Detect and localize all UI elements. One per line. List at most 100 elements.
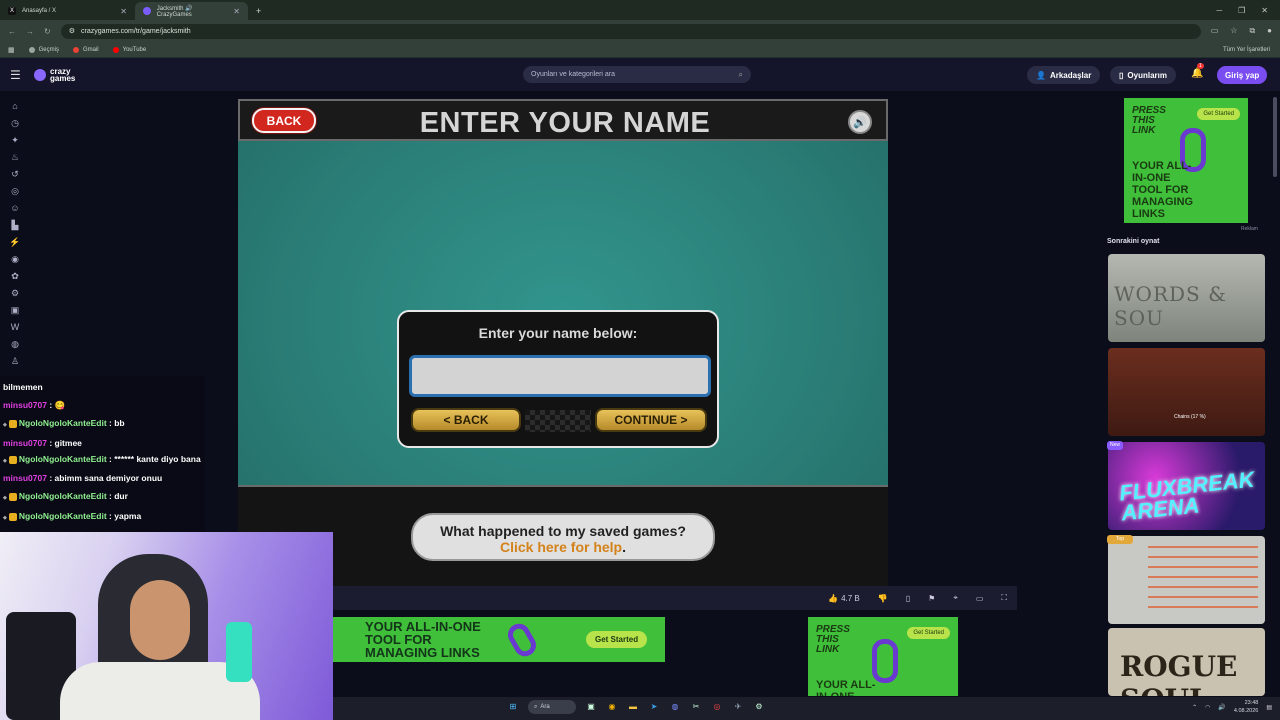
friends-button[interactable]: 👤 Arkadaşlar <box>1027 66 1101 84</box>
ad-press-title: PRESS THIS LINK <box>1132 105 1166 136</box>
new-icon[interactable]: ✦ <box>11 135 19 146</box>
streamer-webcam <box>0 532 333 720</box>
chat-message: minsu0707 : abimm sana demiyor onuu <box>3 469 202 487</box>
notification-center-icon[interactable]: ▤ <box>1266 704 1272 711</box>
clicker-icon[interactable]: ♙ <box>11 356 19 367</box>
casual-icon[interactable]: ◍ <box>11 339 19 350</box>
game-thumbnail[interactable]: Chains (17 %) <box>1108 348 1265 436</box>
bottom-right-ad[interactable]: PRESS THIS LINK Get Started YOUR ALL-IN-… <box>808 617 958 696</box>
report-button[interactable]: ⚑ <box>928 594 935 603</box>
saved-games-help-link[interactable]: Click here for help <box>500 539 622 555</box>
ad-get-started-button[interactable]: Get Started <box>907 627 950 639</box>
like-button[interactable]: 👍 4.7 B <box>828 594 860 603</box>
saved-games-help[interactable]: What happened to my saved games? Click h… <box>411 513 715 561</box>
ad-get-started-button[interactable]: Get Started <box>586 631 648 648</box>
game-footer-panel: What happened to my saved games? Click h… <box>238 485 888 586</box>
home-icon[interactable]: ⌂ <box>12 101 17 112</box>
wifi-icon[interactable]: ◠ <box>1205 704 1210 711</box>
sub-badge-icon <box>8 512 17 521</box>
crazygames-icon <box>143 7 151 15</box>
game-thumbnail[interactable]: FLUXBREAK ARENA <box>1108 442 1265 530</box>
bookmark-history[interactable]: Geçmiş <box>28 46 59 53</box>
close-window-icon[interactable]: ✕ <box>1261 6 1268 15</box>
volume-icon[interactable]: 🔊 <box>1218 704 1225 711</box>
site-info-icon[interactable]: ⚙ <box>69 27 75 35</box>
hamburger-menu-icon[interactable]: ☰ <box>10 68 24 82</box>
windows-start-icon[interactable]: ⊞ <box>507 701 519 713</box>
forward-arrow-icon[interactable]: → <box>26 27 34 36</box>
save-game-button[interactable]: ▯ <box>906 594 910 603</box>
beauty-icon[interactable]: ✿ <box>11 271 19 282</box>
close-tab-icon[interactable]: ✕ <box>120 7 127 16</box>
action-icon[interactable]: ▙ <box>12 220 19 231</box>
bookmark-gmail[interactable]: Gmail <box>72 46 99 53</box>
scrollbar-thumb[interactable] <box>1273 97 1277 177</box>
fullscreen-button[interactable]: ⛶ <box>1001 593 1007 603</box>
bottom-banner-ad[interactable]: YOUR ALL-IN-ONE TOOL FOR MANAGING LINKS … <box>333 617 665 662</box>
bookmark-youtube[interactable]: YouTube <box>112 46 146 53</box>
basketball-icon[interactable]: ◉ <box>11 254 19 265</box>
reload-icon[interactable]: ↻ <box>44 27 51 36</box>
originals-icon[interactable]: ◎ <box>11 186 19 197</box>
notifications-bell-icon[interactable]: 🔔 1 <box>1191 63 1204 79</box>
bookmark-star-icon[interactable]: ☆ <box>1230 26 1237 36</box>
new-tab-button[interactable]: + <box>248 2 269 20</box>
game-thumbnail[interactable] <box>1108 536 1265 624</box>
settings-icon[interactable]: ⚙ <box>753 701 765 713</box>
telegram-icon[interactable]: ➤ <box>648 701 660 713</box>
minimize-icon[interactable]: ─ <box>1216 6 1222 15</box>
continue-button[interactable]: CONTINUE > <box>595 408 707 432</box>
ad-get-started-button[interactable]: Get Started <box>1197 108 1240 120</box>
taskbar-search[interactable]: ⌕ Ara <box>528 700 576 714</box>
adventure-icon[interactable]: ⚡ <box>9 237 20 248</box>
name-prompt: Enter your name below: <box>478 325 638 341</box>
game-thumbnail[interactable]: ROGUE SOUL <box>1108 628 1265 696</box>
discord-icon[interactable]: ◍ <box>669 701 681 713</box>
chrome-icon[interactable]: ◉ <box>606 701 618 713</box>
updated-icon[interactable]: ↺ <box>11 169 19 180</box>
profile-icon[interactable]: ● <box>1267 26 1272 36</box>
url-field[interactable]: ⚙ crazygames.com/tr/game/jacksmith <box>60 23 1201 39</box>
apps-icon[interactable]: ▦ <box>8 46 15 54</box>
player-name-input[interactable] <box>409 355 711 397</box>
car-icon[interactable]: ▣ <box>11 305 20 316</box>
card-icon[interactable]: W <box>11 322 20 333</box>
game-thumbnail[interactable]: WORDS & SOU <box>1108 254 1265 342</box>
all-bookmarks[interactable]: Tüm Yer İşaretleri <box>1223 47 1280 53</box>
search-input[interactable]: Oyunları ve kategorileri ara ⌕ <box>523 66 751 83</box>
dislike-button[interactable]: 👎 <box>878 594 888 603</box>
multiplayer-icon[interactable]: ☺ <box>10 203 19 214</box>
cast-icon[interactable]: ▭ <box>1211 26 1219 36</box>
game-frame[interactable]: BACK ENTER YOUR NAME 🔊 Enter your name b… <box>238 99 888 586</box>
top-right-ad[interactable]: PRESS THIS LINK Get Started YOUR ALL-IN-… <box>1124 98 1248 223</box>
back-arrow-icon[interactable]: ← <box>8 27 16 36</box>
crazygames-logo[interactable]: crazy games <box>34 67 75 82</box>
login-button[interactable]: Giriş yap <box>1217 66 1268 84</box>
bike-icon[interactable]: ⚙ <box>11 288 19 299</box>
close-tab-icon[interactable]: ✕ <box>233 7 240 16</box>
file-explorer-icon[interactable]: ▬ <box>627 701 639 713</box>
thumbnail-title: FLUXBREAK ARENA <box>1117 466 1256 526</box>
trending-icon[interactable]: ♨ <box>11 152 19 163</box>
search-icon[interactable]: ⌕ <box>739 70 743 80</box>
obs-icon[interactable]: ◎ <box>711 701 723 713</box>
sound-toggle-icon[interactable]: 🔊 <box>848 110 872 134</box>
capcut-icon[interactable]: ✂ <box>690 701 702 713</box>
ad-press-title: PRESS THIS LINK <box>816 624 850 655</box>
my-games-button[interactable]: ▯ Oyunlarım <box>1110 66 1176 84</box>
game-back-button[interactable]: BACK <box>252 108 316 133</box>
task-view-icon[interactable]: ▣ <box>585 701 597 713</box>
recent-icon[interactable]: ◷ <box>11 118 19 129</box>
maximize-icon[interactable]: ❐ <box>1238 6 1245 15</box>
dialog-back-button[interactable]: < BACK <box>411 408 521 432</box>
extensions-icon[interactable]: ⧉ <box>1249 26 1255 36</box>
page-scrollbar[interactable] <box>1272 91 1278 697</box>
tab-jacksmith[interactable]: Jacksmith 🔊 CrazyGames ✕ <box>135 2 248 20</box>
next-games-title: Sonrakini oynat <box>1107 238 1160 245</box>
taskbar-clock[interactable]: 23:48 4.08.2026 <box>1234 699 1258 715</box>
tab-twitter[interactable]: X Anasayfa / X ✕ <box>0 2 135 20</box>
share-button[interactable]: ⌖ <box>953 593 958 603</box>
tray-chevron-icon[interactable]: ⌃ <box>1192 704 1197 711</box>
theater-button[interactable]: ▭ <box>976 594 984 603</box>
steam-icon[interactable]: ✈ <box>732 701 744 713</box>
